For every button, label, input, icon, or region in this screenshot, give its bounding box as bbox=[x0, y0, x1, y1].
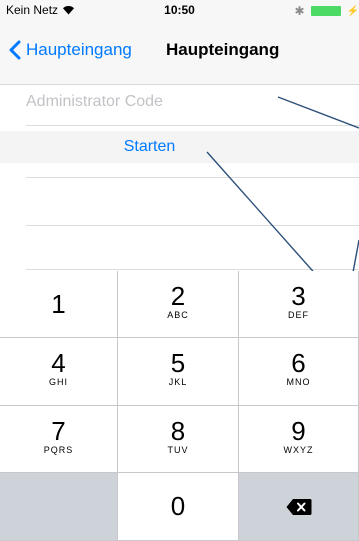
divider bbox=[26, 125, 359, 126]
divider bbox=[26, 225, 359, 226]
key-digit: 3 bbox=[291, 281, 306, 311]
key-letters: MNO bbox=[286, 377, 311, 387]
blank-key bbox=[0, 473, 118, 541]
key-letters: JKL bbox=[168, 377, 188, 387]
divider bbox=[26, 269, 359, 270]
key-letters: TUV bbox=[167, 445, 189, 455]
key-digit: 0 bbox=[170, 491, 186, 521]
key-9[interactable]: 9 WXYZ bbox=[239, 406, 359, 473]
key-8[interactable]: 8 TUV bbox=[118, 406, 239, 473]
navigation-bar: Haupteingang Haupteingang bbox=[0, 20, 359, 85]
key-digit: 1 bbox=[51, 289, 66, 319]
key-4[interactable]: 4 GHI bbox=[0, 338, 118, 406]
key-0[interactable]: 0 bbox=[118, 473, 239, 541]
charging-icon: ⚡ bbox=[346, 5, 359, 17]
key-digit: 9 bbox=[291, 416, 306, 446]
key-7[interactable]: 7 PQRS bbox=[0, 406, 118, 473]
key-digit: 6 bbox=[291, 348, 306, 378]
status-bar: Kein Netz 10:50 ✱ ⚡ bbox=[0, 0, 359, 20]
key-digit: 5 bbox=[170, 348, 186, 378]
key-6[interactable]: 6 MNO bbox=[239, 338, 359, 406]
status-right-group: ✱ ⚡ bbox=[294, 4, 359, 18]
key-digit: 7 bbox=[51, 416, 66, 446]
numeric-keypad: 1 2 ABC 3 DEF 4 GHI 5 JKL 6 MNO 7 PQRS 8 TUV 9 WXYZ 0 bbox=[0, 271, 359, 541]
battery-icon bbox=[310, 6, 341, 16]
key-digit: 8 bbox=[170, 416, 186, 446]
chevron-left-icon bbox=[9, 40, 21, 60]
page-title: Haupteingang bbox=[166, 40, 280, 59]
bluetooth-icon: ✱ bbox=[294, 4, 305, 18]
key-letters: DEF bbox=[288, 310, 309, 320]
delete-icon bbox=[286, 499, 311, 515]
key-digit: 2 bbox=[170, 281, 186, 311]
delete-key[interactable] bbox=[239, 473, 359, 541]
administrator-code-input[interactable] bbox=[26, 89, 336, 115]
back-button-label: Haupteingang bbox=[26, 40, 132, 59]
key-5[interactable]: 5 JKL bbox=[118, 338, 239, 406]
key-3[interactable]: 3 DEF bbox=[239, 271, 359, 338]
form-content: Starten bbox=[0, 85, 359, 270]
key-2[interactable]: 2 ABC bbox=[118, 271, 239, 338]
back-button[interactable]: Haupteingang bbox=[8, 40, 132, 60]
key-letters: GHI bbox=[48, 377, 68, 387]
key-letters: PQRS bbox=[43, 445, 74, 455]
start-button[interactable]: Starten bbox=[0, 131, 329, 163]
key-letters: WXYZ bbox=[283, 445, 314, 455]
divider bbox=[26, 177, 359, 178]
key-letters: ABC bbox=[167, 310, 189, 320]
key-1[interactable]: 1 bbox=[0, 271, 118, 338]
key-digit: 4 bbox=[51, 348, 66, 378]
start-row: Starten bbox=[0, 131, 359, 163]
